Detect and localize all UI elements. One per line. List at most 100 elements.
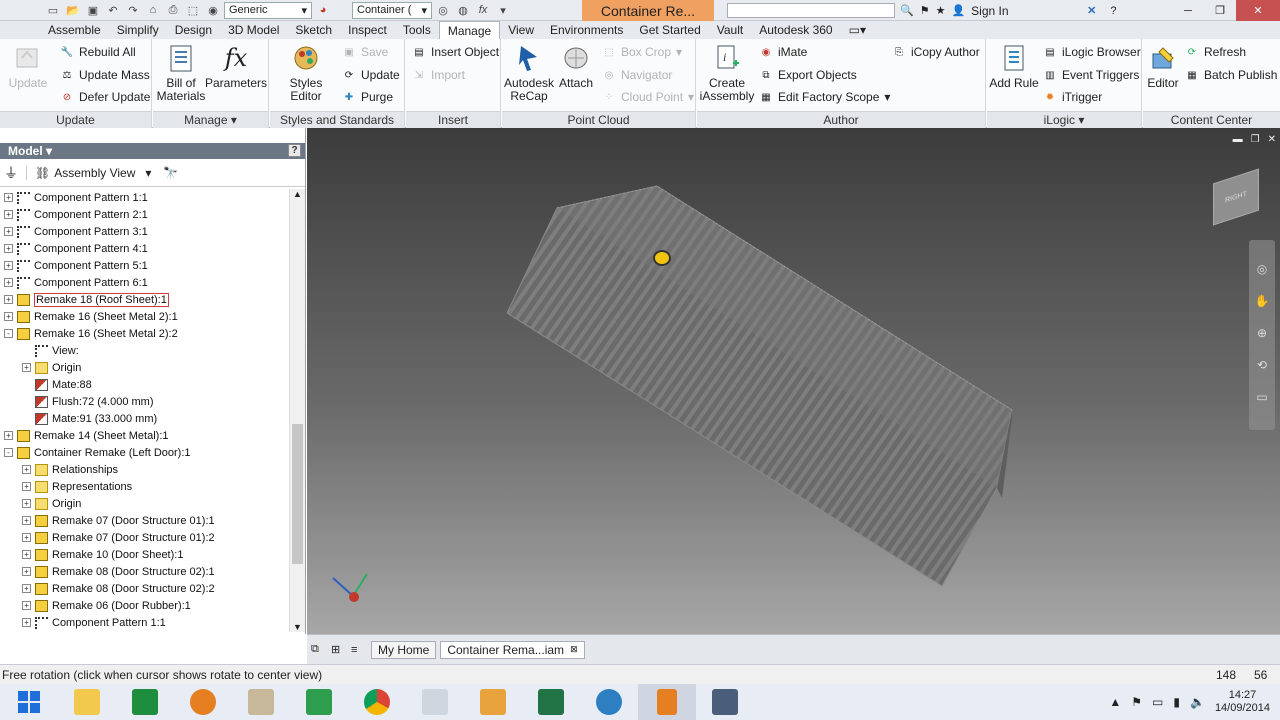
tree-row[interactable]: + Remake 18 (Roof Sheet):1: [0, 291, 288, 308]
open-icon[interactable]: 📂: [64, 2, 82, 18]
content-editor-button[interactable]: Editor: [1145, 43, 1181, 90]
tree-row[interactable]: + Remake 08 (Door Structure 02):1: [0, 563, 288, 580]
expand-toggle-icon[interactable]: +: [4, 244, 13, 253]
arrange-icon[interactable]: ⊞: [331, 643, 347, 656]
taskbar-chrome[interactable]: [348, 684, 406, 720]
tab-3d-model[interactable]: 3D Model: [220, 21, 287, 39]
taskbar-app-10[interactable]: [580, 684, 638, 720]
taskbar-spreadsheet[interactable]: [116, 684, 174, 720]
tab-design[interactable]: Design: [167, 21, 220, 39]
tab-environments[interactable]: Environments: [542, 21, 631, 39]
insert-object-button[interactable]: ▤ Insert Object: [412, 45, 499, 59]
tab-simplify[interactable]: Simplify: [109, 21, 167, 39]
box-crop-button[interactable]: ⬚ Box Crop ▾: [602, 45, 682, 59]
orbit-icon[interactable]: ⟲: [1257, 358, 1267, 372]
tree-row[interactable]: + Component Pattern 5:1: [0, 257, 288, 274]
taskbar-inventor[interactable]: [638, 684, 696, 720]
styles-editor-button[interactable]: Styles Editor: [274, 43, 338, 103]
display-icon[interactable]: ▭: [1152, 695, 1163, 709]
scrollbar-thumb[interactable]: [292, 424, 303, 564]
search-input[interactable]: [727, 3, 895, 18]
pan-icon[interactable]: ✋: [1255, 294, 1270, 308]
undo-icon[interactable]: ↶: [104, 2, 122, 18]
expand-toggle-icon[interactable]: +: [22, 499, 31, 508]
expand-toggle-icon[interactable]: +: [4, 193, 13, 202]
expand-toggle-icon[interactable]: +: [4, 261, 13, 270]
tab-inspect[interactable]: Inspect: [340, 21, 395, 39]
cloud-point-button[interactable]: ⁘ Cloud Point ▾: [602, 90, 694, 104]
tree-row[interactable]: + Component Pattern 6:1: [0, 274, 288, 291]
tree-row[interactable]: + Component Pattern 1:1: [0, 614, 288, 629]
expand-toggle-icon[interactable]: +: [22, 584, 31, 593]
document-combo[interactable]: Container (▾: [352, 1, 432, 19]
expand-toggle-icon[interactable]: +: [22, 618, 31, 627]
tab-vault[interactable]: Vault: [709, 21, 751, 39]
select-icon[interactable]: ⬚: [184, 2, 202, 18]
menu-icon[interactable]: ≡: [351, 644, 367, 656]
redo-icon[interactable]: ↷: [124, 2, 142, 18]
tree-row[interactable]: Mate:88: [0, 376, 288, 393]
tree-row[interactable]: View:: [0, 342, 288, 359]
rebuild-all-button[interactable]: 🔧 Rebuild All: [60, 45, 136, 59]
refresh-button[interactable]: ⟳ Refresh: [1185, 45, 1246, 59]
tree-row[interactable]: + Remake 08 (Door Structure 02):2: [0, 580, 288, 597]
start-button[interactable]: [0, 684, 58, 720]
expand-toggle-icon[interactable]: +: [22, 482, 31, 491]
scroll-up-icon[interactable]: ▲: [293, 189, 302, 199]
tab-sketch[interactable]: Sketch: [287, 21, 340, 39]
help-icon[interactable]: ?: [288, 144, 301, 157]
expand-toggle-icon[interactable]: +: [22, 465, 31, 474]
close-icon[interactable]: ✕: [1236, 0, 1280, 21]
network-icon[interactable]: ▮: [1173, 695, 1180, 709]
doc-tab-my-home[interactable]: My Home: [371, 640, 437, 659]
expand-toggle-icon[interactable]: +: [22, 567, 31, 576]
save-icon[interactable]: ▣: [84, 2, 102, 18]
styles-update-button[interactable]: ⟳ Update: [342, 68, 400, 82]
taskbar-excel[interactable]: [522, 684, 580, 720]
tree-row[interactable]: Flush:72 (4.000 mm): [0, 393, 288, 410]
tree-row[interactable]: + Representations: [0, 478, 288, 495]
graphics-viewport[interactable]: ▬ ❐ ✕ RIGHT ◎ ✋ ⊕ ⟲ ▭: [307, 128, 1280, 634]
dropdown-icon[interactable]: ▾: [494, 2, 512, 18]
print-icon[interactable]: ⎙: [164, 2, 182, 18]
expand-toggle-icon[interactable]: +: [4, 278, 13, 287]
tab-manage[interactable]: Manage: [438, 21, 501, 39]
ribbon-options-icon[interactable]: ▭▾: [841, 21, 874, 39]
user-icon[interactable]: 👤: [951, 4, 965, 17]
icopy-author-button[interactable]: ⎘ iCopy Author: [892, 45, 980, 59]
taskbar-app-4[interactable]: [232, 684, 290, 720]
subscription-icon[interactable]: ⚑: [920, 4, 930, 17]
export-objects-button[interactable]: ⧉ Export Objects: [759, 68, 856, 82]
tile-icon[interactable]: ⧉: [311, 643, 327, 656]
taskbar-recorder[interactable]: [696, 684, 754, 720]
zoom-icon[interactable]: ⊕: [1257, 326, 1267, 340]
parameters-button[interactable]: fx Parameters: [205, 43, 267, 90]
tree-row[interactable]: + Component Pattern 2:1: [0, 206, 288, 223]
material-icon[interactable]: ◉: [204, 2, 222, 18]
tab-get-started[interactable]: Get Started: [631, 21, 708, 39]
import-button[interactable]: ⇲ Import: [412, 68, 465, 82]
expand-toggle-icon[interactable]: +: [22, 601, 31, 610]
panel-ilogic-label[interactable]: iLogic ▾: [987, 111, 1141, 128]
tree-row[interactable]: + Component Pattern 4:1: [0, 240, 288, 257]
defer-update-button[interactable]: ⊘ Defer Update: [60, 90, 151, 104]
create-iassembly-button[interactable]: i Create iAssembly: [699, 43, 755, 103]
expand-toggle-icon[interactable]: +: [4, 210, 13, 219]
volume-icon[interactable]: 🔈: [1190, 695, 1205, 709]
expand-toggle-icon[interactable]: +: [4, 431, 13, 440]
expand-toggle-icon[interactable]: +: [4, 227, 13, 236]
clock[interactable]: 14:27 14/09/2014: [1215, 689, 1270, 715]
taskbar-translate[interactable]: [406, 684, 464, 720]
ilogic-browser-button[interactable]: ▤ iLogic Browser: [1043, 45, 1140, 59]
itrigger-button[interactable]: ✹ iTrigger: [1043, 90, 1102, 104]
expand-toggle-icon[interactable]: +: [22, 363, 31, 372]
event-triggers-button[interactable]: ▥ Event Triggers: [1043, 68, 1139, 82]
filter-icon[interactable]: ⏚: [4, 163, 18, 183]
navigator-button[interactable]: ◎ Navigator: [602, 68, 673, 82]
edit-factory-scope-button[interactable]: ▦ Edit Factory Scope ▾: [759, 90, 890, 104]
minimize-icon[interactable]: ─: [1172, 0, 1204, 21]
bom-button[interactable]: Bill of Materials: [157, 43, 205, 103]
tab-assemble[interactable]: Assemble: [40, 21, 109, 39]
attach-button[interactable]: Attach: [556, 43, 596, 90]
expand-toggle-icon[interactable]: +: [22, 533, 31, 542]
